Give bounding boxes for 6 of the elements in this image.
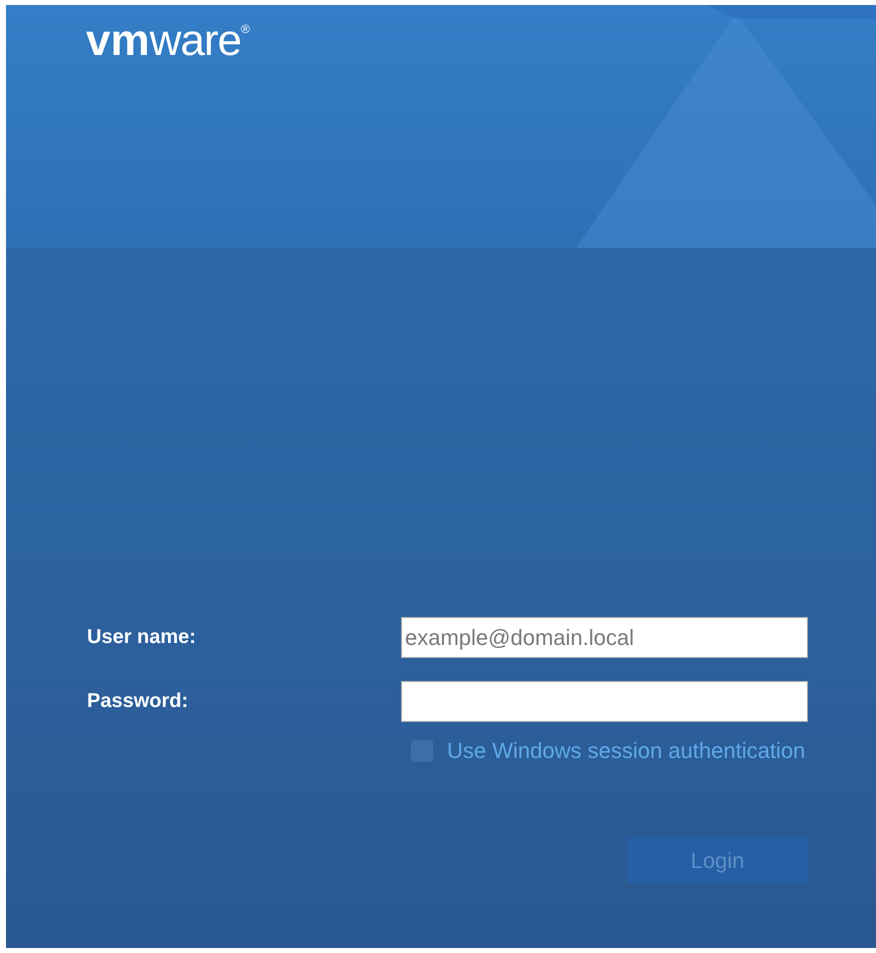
- input-field[interactable]: [401, 681, 808, 722]
- logo: vmware$^{®}$: [85, 15, 250, 63]
- field-label: Password:: [87, 690, 190, 713]
- input-field[interactable]: example@domain.local: [401, 617, 808, 658]
- field-label: User name:: [87, 626, 197, 649]
- checkbox-label: Use Windows session authentication: [447, 738, 806, 764]
